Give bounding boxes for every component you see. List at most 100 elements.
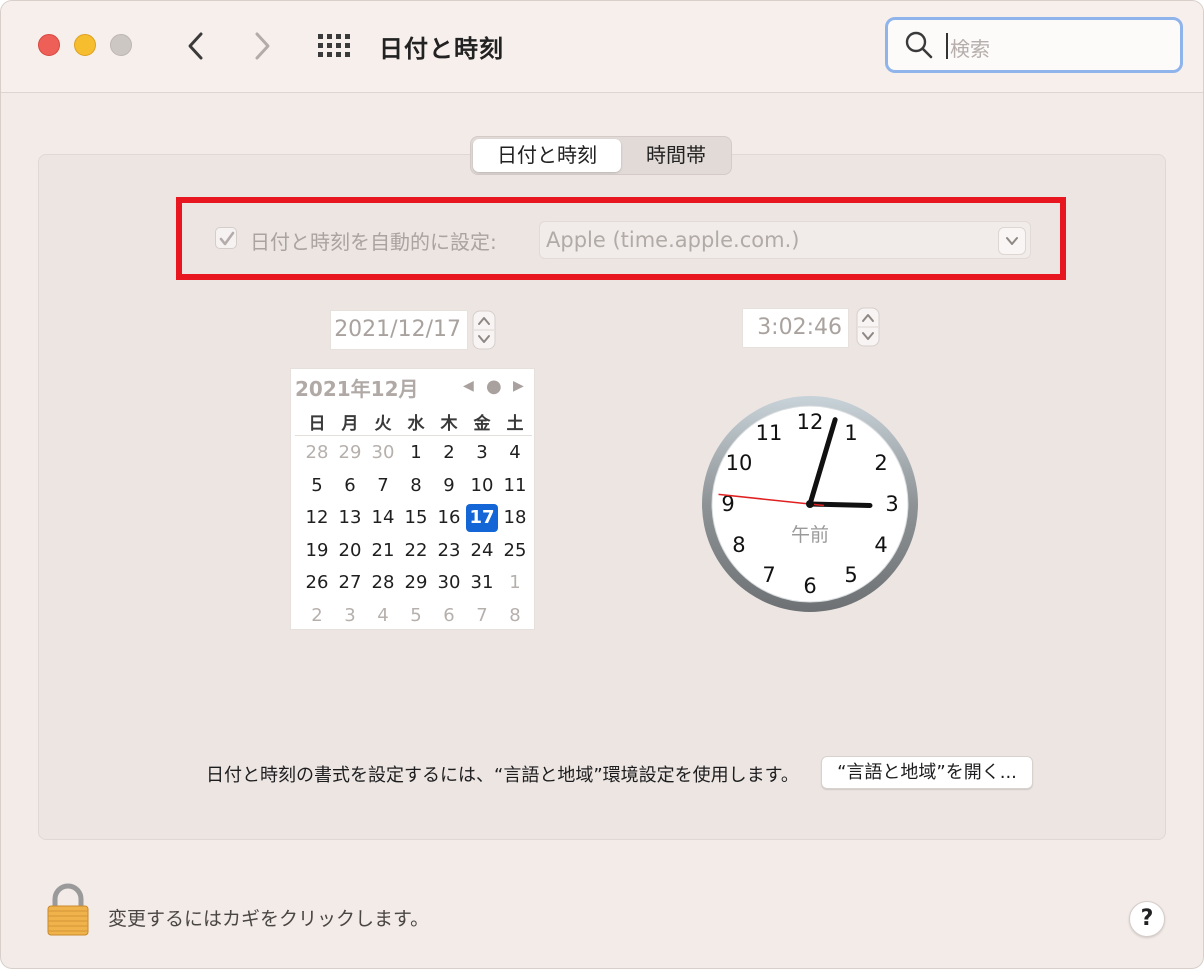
calendar-day[interactable]: 16 [433, 504, 465, 532]
lock-status-text: 変更するにはカギをクリックします。 [108, 908, 430, 930]
clock-numeral: 12 [797, 410, 824, 434]
clock-numeral: 5 [844, 563, 857, 587]
calendar-day[interactable]: 28 [301, 439, 333, 467]
checkmark-icon [219, 231, 235, 246]
calendar-day[interactable]: 24 [466, 537, 498, 565]
calendar-day[interactable]: 6 [433, 602, 465, 630]
weekday-label: 金 [473, 414, 491, 434]
calendar-day[interactable]: 6 [334, 472, 366, 500]
auto-set-label: 日付と時刻を自動的に設定: [250, 230, 497, 254]
lock-icon[interactable] [45, 883, 91, 937]
calendar-day[interactable]: 4 [367, 602, 399, 630]
clock-numeral: 11 [756, 421, 783, 445]
calendar-day[interactable]: 1 [400, 439, 432, 467]
tab-time-zone[interactable]: 時間帯 [623, 139, 729, 172]
chevron-down-icon [998, 227, 1026, 255]
back-chevron-icon[interactable] [182, 29, 210, 63]
weekday-label: 日 [308, 414, 326, 434]
calendar-day[interactable]: 12 [301, 504, 333, 532]
calendar-day[interactable]: 7 [466, 602, 498, 630]
clock-numeral: 4 [874, 533, 887, 557]
clock-numeral: 3 [885, 492, 898, 516]
calendar-day[interactable]: 3 [466, 439, 498, 467]
calendar-day[interactable]: 30 [433, 569, 465, 597]
clock-numeral: 2 [874, 451, 887, 475]
calendar-day[interactable]: 1 [499, 569, 531, 597]
calendar-day[interactable]: 3 [334, 602, 366, 630]
clock-center-pin [806, 500, 814, 508]
tab-date-time[interactable]: 日付と時刻 [473, 139, 621, 172]
text-cursor [946, 33, 948, 59]
calendar-day[interactable]: 10 [466, 472, 498, 500]
calendar-day[interactable]: 13 [334, 504, 366, 532]
weekday-label: 水 [407, 414, 425, 434]
clock-numeral: 10 [726, 451, 753, 475]
calendar-day[interactable]: 5 [301, 472, 333, 500]
show-all-grid-icon[interactable] [317, 33, 353, 59]
titlebar: 日付と時刻 検索 [1, 1, 1203, 93]
calendar-day[interactable]: 8 [400, 472, 432, 500]
zoom-button[interactable] [110, 34, 132, 56]
time-stepper[interactable] [856, 307, 880, 347]
calendar-day[interactable]: 23 [433, 537, 465, 565]
clock-ampm-label: 午前 [791, 524, 829, 546]
calendar-day-grid: 28 29 30 1 2 3 4 5 6 7 8 9 10 11 12 13 14 15 16 17 18 19 20 21 2… [299, 435, 531, 627]
system-preferences-window: 日付と時刻 検索 日付と時刻 時間帯 日付と時刻を自動的に設定: Apple (… [0, 0, 1204, 969]
help-button[interactable]: ? [1129, 901, 1165, 937]
calendar-day[interactable]: 2 [301, 602, 333, 630]
calendar-day[interactable]: 7 [367, 472, 399, 500]
calendar-day[interactable]: 20 [334, 537, 366, 565]
next-month-icon[interactable]: ▶ [513, 378, 524, 394]
calendar-day[interactable]: 11 [499, 472, 531, 500]
calendar-day[interactable]: 18 [499, 504, 531, 532]
forward-chevron-icon[interactable] [248, 29, 276, 63]
minimize-button[interactable] [74, 34, 96, 56]
calendar-month-label: 2021年12月 [295, 377, 419, 401]
time-field[interactable]: 3:02:46 [742, 308, 849, 348]
calendar-day[interactable]: 14 [367, 504, 399, 532]
calendar-day[interactable]: 5 [400, 602, 432, 630]
calendar: 2021年12月 ◀ ● ▶ 28 29 30 1 2 3 4 5 6 7 8 9 10 11 12 13 14… [290, 368, 535, 630]
open-language-region-button[interactable]: “言語と地域”を開く... [821, 756, 1033, 789]
window-title: 日付と時刻 [379, 35, 504, 63]
time-server-value: Apple (time.apple.com.) [546, 228, 800, 252]
calendar-day-selected[interactable]: 17 [466, 504, 498, 532]
calendar-day[interactable]: 15 [400, 504, 432, 532]
calendar-day[interactable]: 28 [367, 569, 399, 597]
clock-numeral: 6 [803, 574, 816, 598]
calendar-day[interactable]: 8 [499, 602, 531, 630]
tab-bar: 日付と時刻 時間帯 [470, 136, 732, 175]
analog-clock: 12 1234567891011 午前 [702, 396, 918, 612]
calendar-day[interactable]: 29 [334, 439, 366, 467]
previous-month-icon[interactable]: ◀ [463, 378, 474, 394]
calendar-day[interactable]: 2 [433, 439, 465, 467]
today-dot-icon[interactable]: ● [486, 376, 502, 397]
time-server-select[interactable]: Apple (time.apple.com.) [539, 221, 1031, 259]
search-placeholder: 検索 [950, 37, 990, 61]
calendar-day[interactable]: 29 [400, 569, 432, 597]
auto-set-checkbox[interactable] [215, 227, 237, 249]
weekday-label: 木 [440, 414, 458, 434]
search-field[interactable]: 検索 [885, 17, 1183, 73]
clock-numeral: 8 [732, 533, 745, 557]
calendar-day[interactable]: 27 [334, 569, 366, 597]
search-icon [905, 31, 933, 59]
calendar-day[interactable]: 4 [499, 439, 531, 467]
close-button[interactable] [38, 34, 60, 56]
calendar-day[interactable]: 9 [433, 472, 465, 500]
date-field[interactable]: 2021/12/17 [330, 310, 468, 350]
weekday-label: 土 [506, 414, 524, 434]
weekday-label: 火 [374, 414, 392, 434]
calendar-day[interactable]: 22 [400, 537, 432, 565]
calendar-day[interactable]: 31 [466, 569, 498, 597]
calendar-day[interactable]: 26 [301, 569, 333, 597]
calendar-day[interactable]: 19 [301, 537, 333, 565]
calendar-day[interactable]: 30 [367, 439, 399, 467]
weekday-label: 月 [341, 414, 359, 434]
date-stepper[interactable] [472, 310, 496, 350]
format-note-text: 日付と時刻の書式を設定するには、“言語と地域”環境設定を使用します。 [206, 765, 799, 786]
calendar-day[interactable]: 21 [367, 537, 399, 565]
calendar-day[interactable]: 25 [499, 537, 531, 565]
clock-numeral: 7 [762, 563, 775, 587]
clock-numeral: 1 [844, 421, 857, 445]
